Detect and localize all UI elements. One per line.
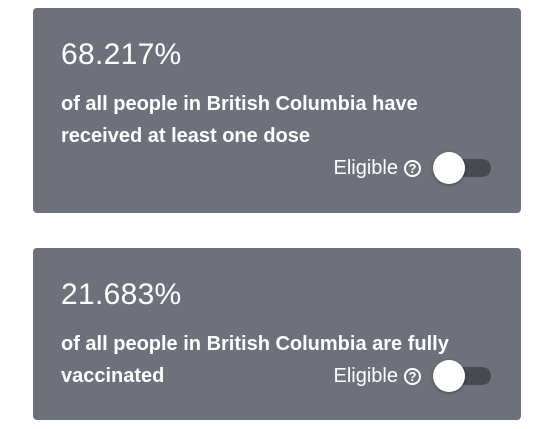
question-circle-icon[interactable]: ? [404,159,421,177]
eligible-label: Eligible [333,156,398,179]
fully-vaccinated-percent: 21.683% [61,278,182,311]
eligible-toggle-switch[interactable] [433,358,493,394]
first-dose-description: of all people in British Columbia have r… [61,93,418,147]
first-dose-card: 68.217% of all people in British Columbi… [33,8,521,213]
switch-thumb[interactable] [433,360,465,392]
eligible-toggle-row: Eligible ? [334,150,493,186]
eligible-label: Eligible [333,364,398,387]
first-dose-percent: 68.217% [61,38,182,71]
fully-vaccinated-card: 21.683% of all people in British Columbi… [33,248,521,420]
switch-thumb[interactable] [433,152,465,184]
question-circle-icon[interactable]: ? [404,367,421,385]
eligible-toggle-row: Eligible ? [334,358,493,394]
eligible-toggle-switch[interactable] [433,150,493,186]
